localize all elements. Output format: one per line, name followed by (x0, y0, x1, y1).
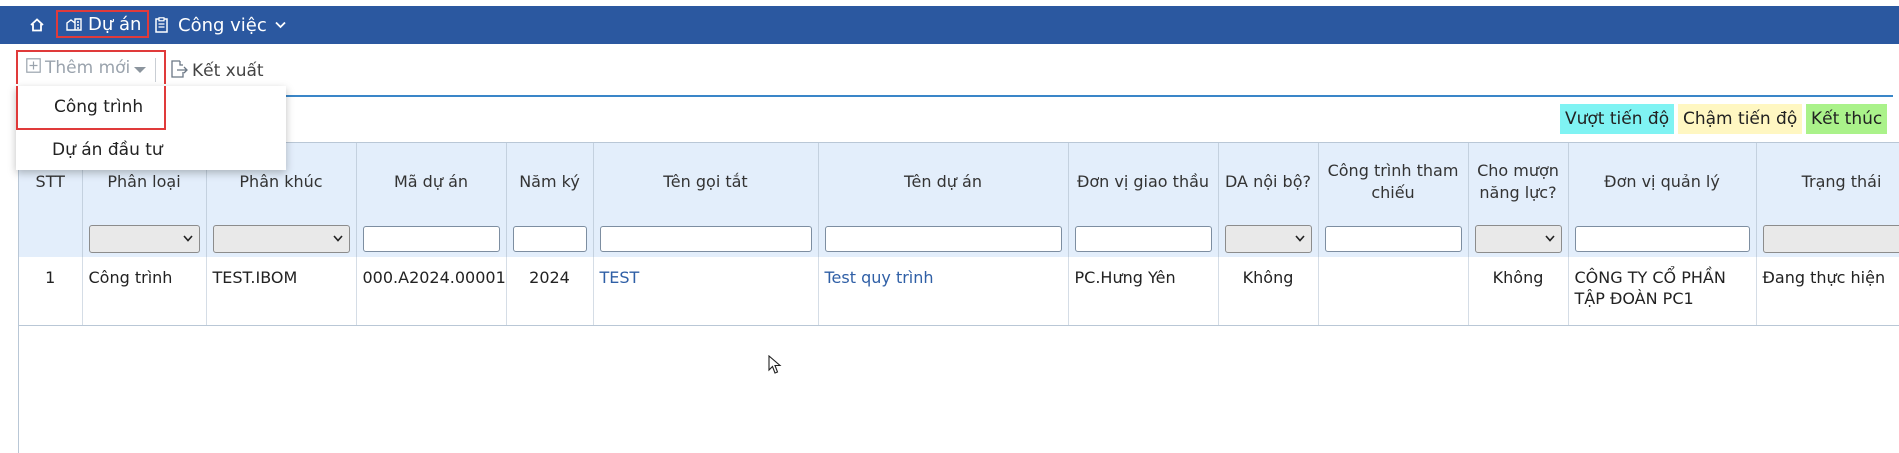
col-header-da-noi-bo[interactable]: DA nội bộ? (1218, 143, 1318, 221)
filter-input-ma-du-an[interactable] (363, 226, 500, 252)
menu-item-du-an-dau-tu[interactable]: Dự án đầu tư (16, 132, 286, 168)
building-icon (66, 17, 82, 31)
col-header-trang-thai[interactable]: Trạng thái (1756, 143, 1899, 221)
cell-ten-du-an-link[interactable]: Test quy trình (818, 257, 1068, 326)
cell-ma-du-an: 000.A2024.00001 (356, 257, 506, 326)
nav-cong-viec[interactable]: Công việc (155, 6, 286, 44)
chevron-down-icon (1545, 235, 1555, 242)
filter-cell-don-vi-giao-thau (1068, 221, 1218, 257)
clipboard-icon (155, 17, 168, 33)
cell-da-noi-bo: Không (1218, 257, 1318, 326)
col-header-don-vi-quan-ly[interactable]: Đơn vị quản lý (1568, 143, 1756, 221)
col-header-ten-du-an[interactable]: Tên dự án (818, 143, 1068, 221)
mouse-cursor-icon (768, 355, 782, 379)
cell-phan-loai: Công trình (82, 257, 206, 326)
filter-cell-ma-du-an (356, 221, 506, 257)
filter-cell-stt (19, 221, 82, 257)
menu-item-cong-trinh[interactable]: Công trình (16, 86, 166, 130)
toolbar-divider (155, 58, 156, 82)
filter-cell-trang-thai (1756, 221, 1899, 257)
export-icon (170, 60, 188, 83)
home-link[interactable] (30, 6, 44, 44)
filter-input-cong-trinh-tham-chieu[interactable] (1325, 226, 1462, 252)
filter-select-cho-muon-nang-luc[interactable] (1475, 225, 1562, 253)
col-header-nam-ky[interactable]: Năm ký (506, 143, 593, 221)
cell-don-vi-giao-thau: PC.Hưng Yên (1068, 257, 1218, 326)
filter-input-ten-goi-tat[interactable] (600, 226, 812, 252)
cell-don-vi-quan-ly: CÔNG TY CỔ PHẦN TẬP ĐOÀN PC1 (1568, 257, 1756, 326)
chevron-down-icon (333, 235, 343, 242)
legend-finished: Kết thúc (1806, 104, 1887, 134)
filter-row (19, 221, 1899, 257)
add-new-dropdown-menu: Công trình Dự án đầu tư (16, 86, 286, 170)
project-table: STT Phân loại Phân khúc Mã dự án Năm ký … (19, 143, 1899, 326)
export-label: Kết xuất (192, 61, 264, 81)
cell-phan-khuc: TEST.IBOM (206, 257, 356, 326)
filter-cell-cong-trinh-tham-chieu (1318, 221, 1468, 257)
filter-cell-da-noi-bo (1218, 221, 1318, 257)
filter-input-nam-ky[interactable] (513, 226, 587, 252)
add-new-label: Thêm mới (45, 58, 130, 78)
toolbar-divider-line (237, 95, 1893, 97)
nav-du-an[interactable]: Dự án (56, 10, 149, 38)
filter-input-don-vi-giao-thau[interactable] (1075, 226, 1212, 252)
nav-cong-viec-label: Công việc (178, 15, 267, 36)
filter-select-trang-thai[interactable] (1763, 225, 1899, 253)
filter-input-ten-du-an[interactable] (825, 226, 1062, 252)
chevron-down-icon (1295, 235, 1305, 242)
export-button[interactable]: Kết xuất (170, 58, 264, 84)
filter-cell-ten-du-an (818, 221, 1068, 257)
cell-cong-trinh-tham-chieu (1318, 257, 1468, 326)
project-grid: STT Phân loại Phân khúc Mã dự án Năm ký … (18, 142, 1899, 453)
nav-du-an-label: Dự án (88, 14, 141, 35)
header-row: STT Phân loại Phân khúc Mã dự án Năm ký … (19, 143, 1899, 221)
filter-cell-phan-loai (82, 221, 206, 257)
legend-behind-schedule: Chậm tiến độ (1678, 104, 1802, 134)
add-new-button[interactable]: Thêm mới (16, 50, 166, 84)
chevron-down-icon (183, 235, 193, 242)
filter-cell-phan-khuc (206, 221, 356, 257)
filter-cell-nam-ky (506, 221, 593, 257)
filter-cell-ten-goi-tat (593, 221, 818, 257)
cell-ten-goi-tat-link[interactable]: TEST (593, 257, 818, 326)
home-icon (30, 18, 44, 32)
top-nav-bar: Dự án Công việc (0, 6, 1899, 44)
filter-select-phan-loai[interactable] (89, 225, 200, 253)
col-header-ten-goi-tat[interactable]: Tên gọi tắt (593, 143, 818, 221)
filter-input-don-vi-quan-ly[interactable] (1575, 226, 1750, 252)
col-header-don-vi-giao-thau[interactable]: Đơn vị giao thầu (1068, 143, 1218, 221)
plus-square-icon (26, 58, 41, 78)
cell-stt: 1 (19, 257, 82, 326)
filter-select-da-noi-bo[interactable] (1225, 225, 1312, 253)
filter-select-phan-khuc[interactable] (213, 225, 350, 253)
caret-down-icon (134, 67, 146, 73)
cell-nam-ky: 2024 (506, 257, 593, 326)
col-header-cho-muon-nang-luc[interactable]: Cho mượn năng lực? (1468, 143, 1568, 221)
cell-trang-thai: Đang thực hiện (1756, 257, 1899, 326)
col-header-cong-trinh-tham-chieu[interactable]: Công trình tham chiếu (1318, 143, 1468, 221)
filter-cell-cho-muon-nang-luc (1468, 221, 1568, 257)
chevron-down-icon (275, 21, 286, 29)
cell-cho-muon-nang-luc: Không (1468, 257, 1568, 326)
col-header-ma-du-an[interactable]: Mã dự án (356, 143, 506, 221)
table-row[interactable]: 1 Công trình TEST.IBOM 000.A2024.00001 2… (19, 257, 1899, 326)
legend-ahead-of-schedule: Vượt tiến độ (1560, 104, 1674, 134)
filter-cell-don-vi-quan-ly (1568, 221, 1756, 257)
